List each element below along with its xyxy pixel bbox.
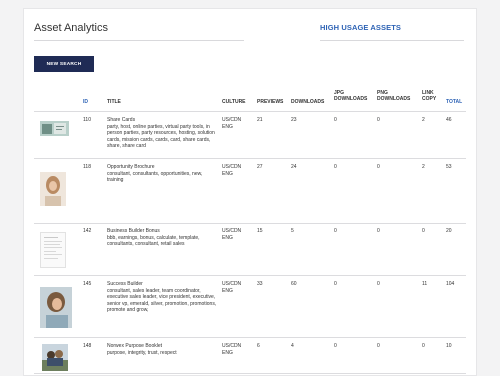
row-1-culture: US/CDN ENG (222, 117, 242, 130)
row-3-png: 0 (377, 228, 380, 234)
row-divider (34, 373, 466, 374)
business-builder-bonus-thumbnail[interactable] (40, 232, 66, 268)
header-previews[interactable]: PREVIEWS (257, 99, 283, 105)
header-divider (34, 111, 466, 112)
row-4-previews: 33 (257, 281, 263, 287)
row-1-title-block: Share Cards party, host, online parties,… (107, 117, 217, 150)
row-3-id: 142 (83, 228, 92, 234)
row-5-culture: US/CDN ENG (222, 343, 242, 356)
row-2-png: 0 (377, 164, 380, 170)
row-3-title-block: Business Builder Bonus bbb, earnings, bo… (107, 228, 217, 248)
row-3-link: 0 (422, 228, 425, 234)
header-downloads[interactable]: DOWNLOADS (291, 99, 324, 105)
row-2-downloads: 24 (291, 164, 297, 170)
row-2-title-block: Opportunity Brochure consultant, consult… (107, 164, 217, 184)
row-5-previews: 6 (257, 343, 260, 349)
header-link-copy[interactable]: LINK COPY (422, 90, 436, 102)
row-5-downloads: 4 (291, 343, 294, 349)
header-id[interactable]: ID (83, 99, 88, 105)
row-1-total: 46 (446, 117, 452, 123)
purpose-booklet-thumbnail[interactable] (42, 344, 68, 371)
high-usage-assets-link[interactable]: HIGH USAGE ASSETS (320, 23, 401, 32)
row-4-png: 0 (377, 281, 380, 287)
success-builder-thumbnail[interactable] (40, 287, 72, 328)
row-4-tags: consultant, sales leader, team coordinat… (107, 287, 217, 314)
row-3-previews: 15 (257, 228, 263, 234)
row-5-tags: purpose, integrity, trust, respect (107, 349, 177, 356)
row-1-tags: party, host, online parties, virtual par… (107, 123, 215, 150)
row-2-jpg: 0 (334, 164, 337, 170)
row-2-culture: US/CDN ENG (222, 164, 242, 177)
row-2-tags: consultant, consultants, opportunities, … (107, 170, 203, 184)
opportunity-brochure-thumbnail[interactable] (40, 172, 66, 206)
row-5-link: 0 (422, 343, 425, 349)
row-5-png: 0 (377, 343, 380, 349)
page-title: Asset Analytics (34, 22, 108, 34)
new-search-button[interactable]: NEW SEARCH (34, 56, 94, 72)
row-5-id: 148 (83, 343, 92, 349)
row-3-tags: bbb, earnings, bonus, calculate, templat… (107, 234, 200, 248)
row-4-culture: US/CDN ENG (222, 281, 242, 294)
row-3-jpg: 0 (334, 228, 337, 234)
row-2-id: 118 (83, 164, 91, 170)
row-2-total: 53 (446, 164, 452, 170)
row-4-downloads: 60 (291, 281, 297, 287)
row-divider (34, 275, 466, 276)
share-cards-thumbnail[interactable] (40, 121, 69, 136)
header-culture[interactable]: CULTURE (222, 99, 246, 105)
row-divider (34, 158, 466, 159)
row-1-png: 0 (377, 117, 380, 123)
header-title[interactable]: TITLE (107, 99, 121, 105)
row-divider (34, 223, 466, 224)
row-1-previews: 21 (257, 117, 263, 123)
row-4-title-block: Success Builder consultant, sales leader… (107, 281, 217, 314)
row-4-jpg: 0 (334, 281, 337, 287)
high-usage-divider (320, 40, 464, 41)
row-4-id: 145 (83, 281, 92, 287)
row-1-link: 2 (422, 117, 425, 123)
header-png-downloads[interactable]: PNG DOWNLOADS (377, 90, 410, 102)
row-3-total: 20 (446, 228, 452, 234)
asset-analytics-panel: Asset Analytics HIGH USAGE ASSETS NEW SE… (23, 8, 477, 376)
header-jpg-downloads[interactable]: JPG DOWNLOADS (334, 90, 367, 102)
row-2-previews: 27 (257, 164, 263, 170)
row-5-title-block: Norwex Purpose Booklet purpose, integrit… (107, 343, 217, 356)
row-2-link: 2 (422, 164, 425, 170)
title-divider (34, 40, 244, 41)
row-1-jpg: 0 (334, 117, 337, 123)
row-3-culture: US/CDN ENG (222, 228, 242, 241)
row-3-downloads: 5 (291, 228, 294, 234)
row-4-total: 104 (446, 281, 455, 287)
row-4-link: 11 (422, 281, 428, 287)
row-1-id: 110 (83, 117, 91, 123)
header-total[interactable]: TOTAL (446, 99, 462, 105)
row-5-total: 10 (446, 343, 452, 349)
row-5-jpg: 0 (334, 343, 337, 349)
row-1-downloads: 23 (291, 117, 297, 123)
row-divider (34, 337, 466, 338)
